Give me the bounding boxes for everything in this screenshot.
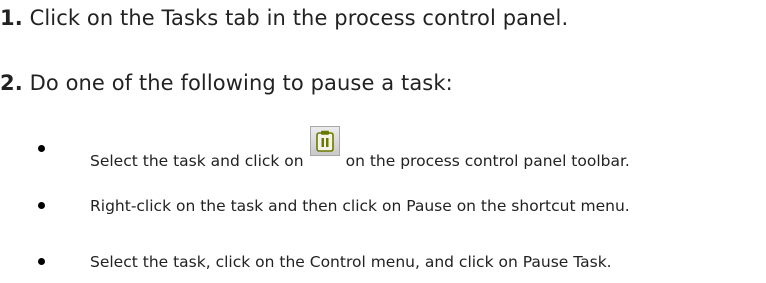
- pause-task-icon: [309, 126, 340, 156]
- step-2: 2. Do one of the following to pause a ta…: [0, 69, 453, 97]
- step-number: 1.: [0, 6, 23, 30]
- bullet-text-before-icon: Select the task and click on: [90, 152, 304, 170]
- step-text: Do one of the following to pause a task:: [22, 71, 453, 95]
- bullet-dot: [38, 145, 45, 152]
- bullet-text: Select the task and click on on the proc…: [90, 126, 630, 172]
- bullet-text: Select the task, click on the Control me…: [90, 253, 612, 271]
- bullet-dot: [38, 202, 45, 209]
- bullet-text: Right-click on the task and then click o…: [90, 197, 630, 215]
- step-number: 2.: [0, 71, 23, 95]
- step-text: Click on the Tasks tab in the process co…: [22, 6, 569, 30]
- step-1: 1. Click on the Tasks tab in the process…: [0, 4, 568, 32]
- bullet-dot: [38, 258, 45, 265]
- bullet-text-after-icon: on the process control panel toolbar.: [345, 152, 630, 170]
